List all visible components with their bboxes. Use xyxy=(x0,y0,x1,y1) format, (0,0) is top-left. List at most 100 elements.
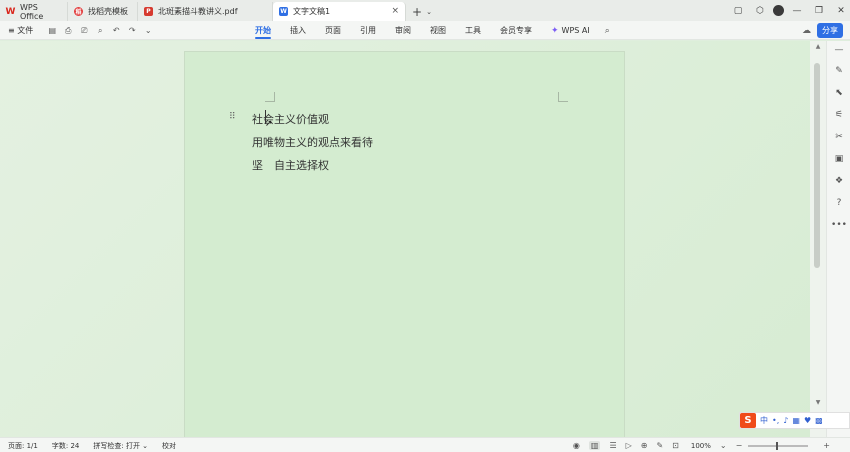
tab-home[interactable]: 开始 xyxy=(255,21,271,40)
tab-word-document[interactable]: W 文字文稿1 × xyxy=(273,2,406,21)
help-icon[interactable]: ? xyxy=(827,198,850,208)
file-menu-button[interactable]: ≡ 文件 xyxy=(8,25,33,36)
margin-corner-marker xyxy=(558,92,568,102)
document-page[interactable]: ⠿ 社会主义价值观 ➚ 用唯物主义的观点来看待 坚 自主选择权 xyxy=(184,51,625,437)
toolbar: ≡ 文件 ▤ ⎙ ⎚ ⌕ ↶ ↷ ⌄ 开始 插入 页面 引用 审阅 视图 工具 … xyxy=(0,21,850,40)
word-doc-icon: W xyxy=(279,7,288,16)
keyboard-icon[interactable]: ▦ xyxy=(792,416,800,425)
vertical-scrollbar[interactable]: ▲ ▼ xyxy=(810,41,826,437)
page-count[interactable]: 页面: 1/1 xyxy=(8,441,38,451)
window-controls: ▢ ⬡ — ❐ ✕ xyxy=(725,0,850,21)
tab-member[interactable]: 会员专享 xyxy=(500,21,532,40)
share-button[interactable]: 分享 xyxy=(817,23,843,38)
status-left: 页面: 1/1 字数: 24 拼写检查: 打开 ⌄ 校对 xyxy=(8,438,190,452)
zoom-dropdown-icon[interactable]: ⌄ xyxy=(720,441,727,450)
tab-pdf-document[interactable]: P 北斑素描斗教讲义.pdf xyxy=(138,2,273,21)
quick-access-bar: ≡ 文件 ▤ ⎙ ⎚ ⌕ ↶ ↷ ⌄ xyxy=(8,21,159,40)
tab-review[interactable]: 审阅 xyxy=(395,21,411,40)
document-canvas[interactable]: ⠿ 社会主义价值观 ➚ 用唯物主义的观点来看待 坚 自主选择权 xyxy=(0,41,810,437)
tab-references[interactable]: 引用 xyxy=(360,21,376,40)
zoom-out-icon[interactable]: − xyxy=(736,441,743,450)
skin-icon[interactable]: ♥ xyxy=(804,416,811,425)
zoom-level[interactable]: 100% xyxy=(691,442,711,450)
microphone-icon[interactable]: ♪ xyxy=(783,416,788,425)
print-icon[interactable]: ⎚ xyxy=(79,26,89,36)
restore-layout-icon[interactable]: ▢ xyxy=(729,6,747,16)
punctuation-icon[interactable]: •, xyxy=(772,416,779,425)
zoom-slider-knob[interactable] xyxy=(776,441,779,450)
chevron-down-icon[interactable]: ⌄ xyxy=(426,8,432,16)
eye-protection-icon[interactable]: ◉ xyxy=(573,441,580,450)
write-mode-icon[interactable]: ✎ xyxy=(656,441,663,450)
settings-sliders-icon[interactable]: ⚟ xyxy=(827,110,850,120)
export-pdf-icon[interactable]: ⎙ xyxy=(63,26,73,36)
print-preview-icon[interactable]: ⌕ xyxy=(95,26,105,36)
toolbar-right: ☁ 分享 xyxy=(802,21,843,40)
tab-insert[interactable]: 插入 xyxy=(290,21,306,40)
zoom-slider[interactable] xyxy=(748,441,809,450)
text-line[interactable]: 坚 自主选择权 xyxy=(252,157,329,173)
tab-label: WPS Office xyxy=(20,2,44,21)
more-chevron-icon[interactable]: ⌄ xyxy=(143,26,153,36)
cloud-sync-icon[interactable]: ☁ xyxy=(802,26,811,36)
mouse-pointer-icon: ➚ xyxy=(265,119,273,129)
wps-logo-icon: W xyxy=(5,6,16,17)
image-icon[interactable]: ▣ xyxy=(827,154,850,164)
sogou-logo-icon: S xyxy=(740,413,756,428)
avatar[interactable] xyxy=(773,5,784,16)
ribbon-tabs: 开始 插入 页面 引用 审阅 视图 工具 会员专享 ✦ WPS AI ⌕ xyxy=(255,21,610,40)
tab-docer-templates[interactable]: 稻 找稻壳模板 xyxy=(68,2,138,21)
style-icon[interactable]: ❖ xyxy=(827,176,850,186)
minimize-icon[interactable]: — xyxy=(788,6,806,16)
pen-icon[interactable]: ✎ xyxy=(827,66,850,76)
outline-view-icon[interactable]: ☰ xyxy=(609,441,616,450)
grid-icon[interactable]: ▩ xyxy=(815,416,823,425)
web-view-icon[interactable]: ⊕ xyxy=(641,441,648,450)
tab-tools[interactable]: 工具 xyxy=(465,21,481,40)
word-count[interactable]: 字数: 24 xyxy=(52,441,80,451)
zoom-in-icon[interactable]: + xyxy=(823,441,830,450)
right-sidebar: — ✎ ⬉ ⚟ ✂ ▣ ❖ ? ••• xyxy=(826,41,850,437)
undo-icon[interactable]: ↶ xyxy=(111,26,121,36)
fit-page-icon[interactable]: ⊡ xyxy=(672,441,679,450)
search-icon[interactable]: ⌕ xyxy=(605,26,610,36)
wps-ai-label: WPS AI xyxy=(561,26,590,35)
spellcheck-toggle[interactable]: 拼写检查: 打开 ⌄ xyxy=(93,441,148,451)
new-tab-button[interactable]: + ⌄ xyxy=(412,2,432,21)
page-view-icon[interactable]: ▥ xyxy=(588,441,601,450)
ime-toolbar[interactable]: S 中 •, ♪ ▦ ♥ ▩ xyxy=(739,412,850,429)
tab-wps-office[interactable]: W WPS Office xyxy=(0,2,68,21)
tab-view[interactable]: 视图 xyxy=(430,21,446,40)
tab-bar: W WPS Office 稻 找稻壳模板 P 北斑素描斗教讲义.pdf W 文字… xyxy=(0,0,850,21)
tab-label: 北斑素描斗教讲义.pdf xyxy=(158,7,238,16)
status-bar: 页面: 1/1 字数: 24 拼写检查: 打开 ⌄ 校对 ◉ ▥ ☰ ▷ ⊕ ✎… xyxy=(0,437,850,452)
margin-corner-marker xyxy=(265,92,275,102)
read-mode-icon[interactable]: ▷ xyxy=(626,441,632,450)
tab-label: 文字文稿1 xyxy=(293,7,331,16)
pdf-icon: P xyxy=(144,7,153,16)
more-icon[interactable]: ••• xyxy=(827,220,850,230)
scroll-thumb[interactable] xyxy=(814,63,820,268)
drag-handle-icon[interactable]: ⠿ xyxy=(229,112,236,122)
plus-icon: + xyxy=(412,4,423,19)
proofread-button[interactable]: 校对 xyxy=(162,441,176,451)
ai-sparkle-icon: ✦ xyxy=(551,25,559,36)
select-arrow-icon[interactable]: ⬉ xyxy=(827,88,850,98)
tab-page[interactable]: 页面 xyxy=(325,21,341,40)
scroll-up-icon[interactable]: ▲ xyxy=(810,43,826,50)
text-line[interactable]: 用唯物主义的观点来看待 xyxy=(252,134,373,150)
ime-mode[interactable]: 中 xyxy=(760,415,768,426)
status-right: ◉ ▥ ☰ ▷ ⊕ ✎ ⊡ 100% ⌄ − + xyxy=(564,438,830,452)
scroll-down-icon[interactable]: ▼ xyxy=(810,399,826,406)
close-window-icon[interactable]: ✕ xyxy=(832,6,850,16)
tab-wps-ai[interactable]: ✦ WPS AI xyxy=(551,21,590,40)
cube-icon[interactable]: ⬡ xyxy=(751,6,769,16)
tab-label: 找稻壳模板 xyxy=(88,7,128,16)
save-icon[interactable]: ▤ xyxy=(47,26,57,36)
collapse-sidebar-icon[interactable]: — xyxy=(827,45,850,55)
maximize-icon[interactable]: ❐ xyxy=(810,6,828,16)
redo-icon[interactable]: ↷ xyxy=(127,26,137,36)
text-line[interactable]: 社会主义价值观 xyxy=(252,111,329,127)
close-tab-icon[interactable]: × xyxy=(391,6,399,16)
tools-icon[interactable]: ✂ xyxy=(827,132,850,142)
